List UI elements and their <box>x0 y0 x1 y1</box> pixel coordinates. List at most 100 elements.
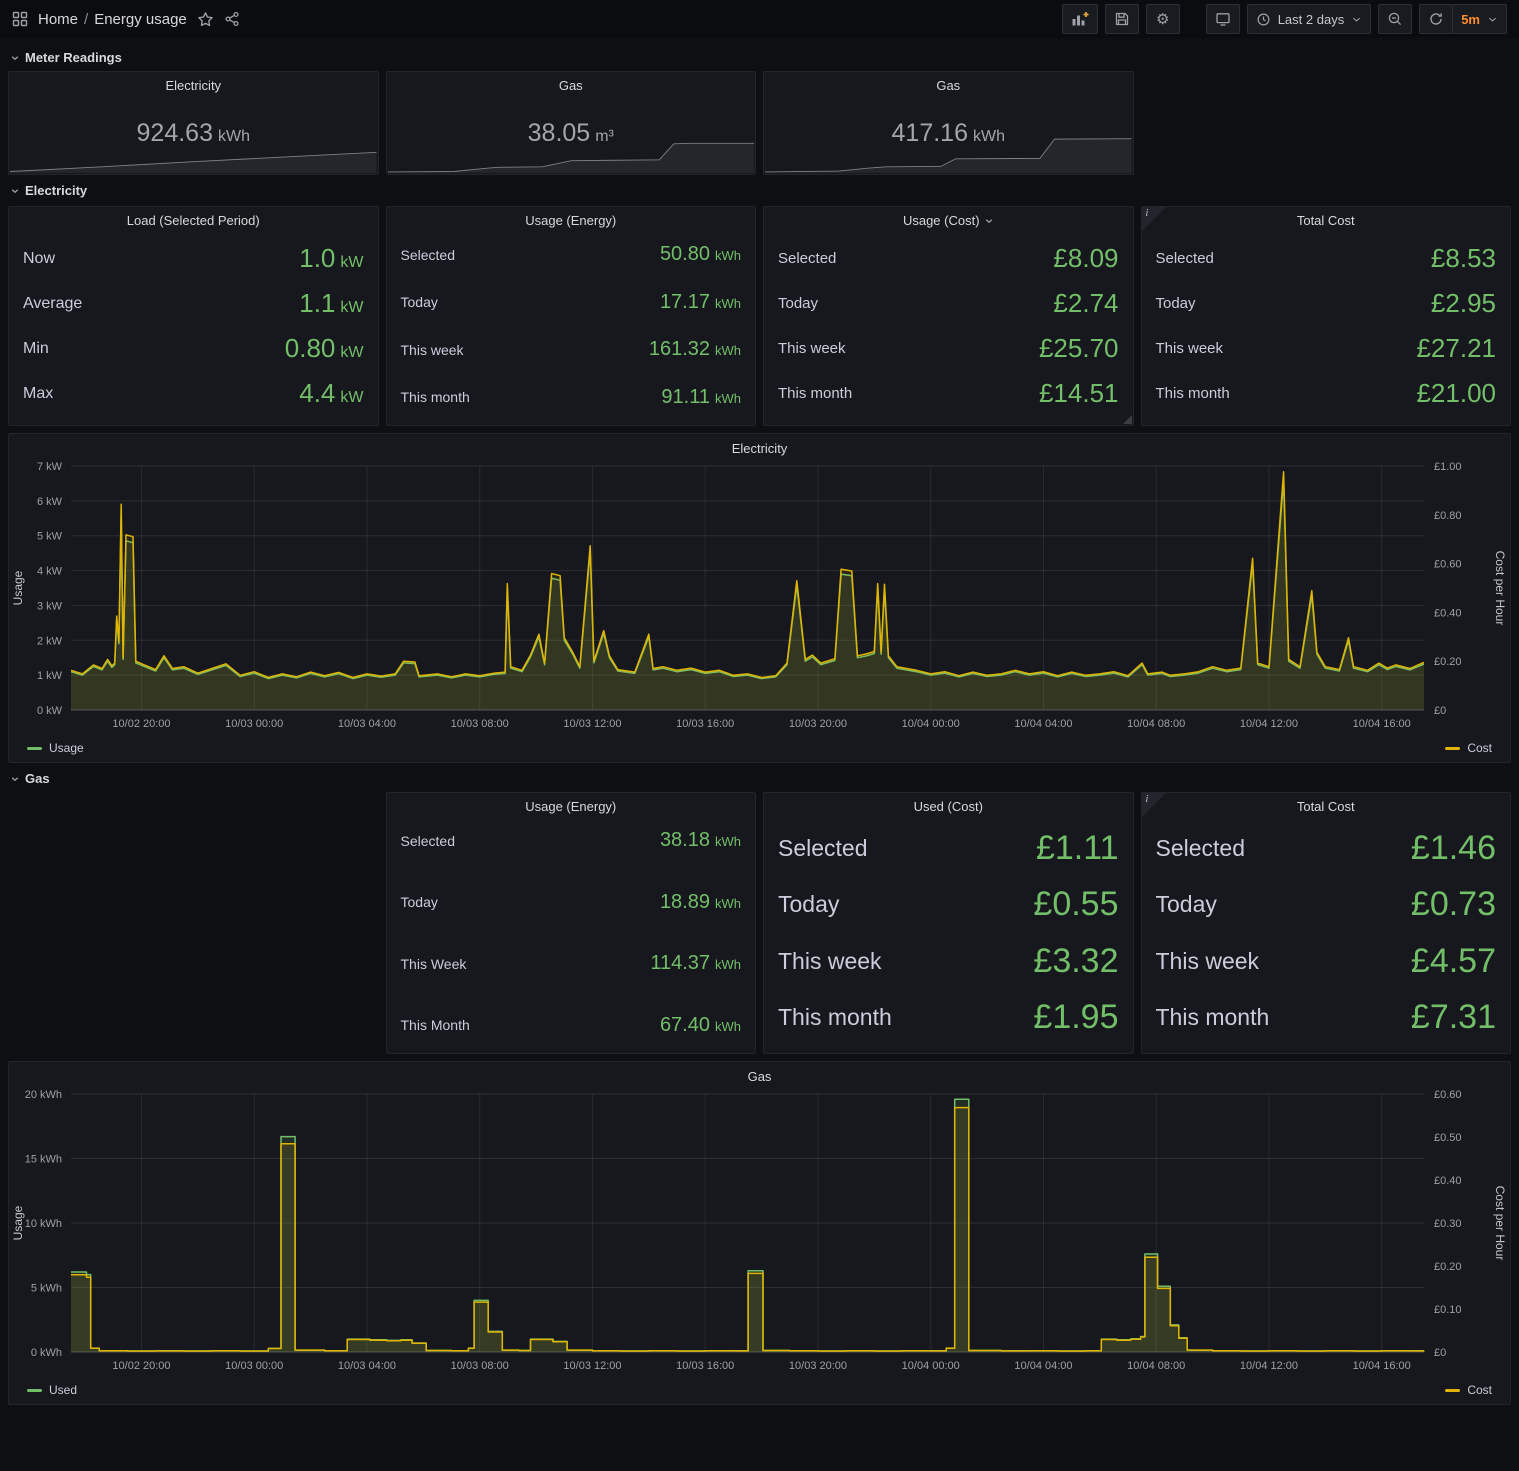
dashboards-grid-icon[interactable] <box>12 11 28 27</box>
stat-row: This week£4.57 <box>1156 942 1497 981</box>
dashboard-settings-button[interactable]: ⚙ <box>1146 4 1180 34</box>
panel-title[interactable]: Usage (Energy) <box>387 793 756 816</box>
stat-row: Average1.1kW <box>23 288 364 319</box>
panel-title[interactable]: Total Cost <box>1142 207 1511 230</box>
clock-icon <box>1256 12 1271 27</box>
legend-color-dash <box>27 747 42 750</box>
svg-text:10/03 16:00: 10/03 16:00 <box>676 1360 734 1372</box>
panel-title[interactable]: Gas <box>9 1062 1510 1084</box>
svg-text:Usage: Usage <box>11 1205 25 1240</box>
electricity-time-series-plot[interactable]: 0 kW1 kW2 kW3 kW4 kW5 kW6 kW7 kW£0£0.20£… <box>9 456 1510 739</box>
section-title: Gas <box>25 771 50 786</box>
meter-value: 417.16kWh <box>764 119 1133 148</box>
panel-meter-gas-m3: Gas 38.05m³ <box>386 71 757 175</box>
legend-item-cost[interactable]: Cost <box>1445 1383 1492 1397</box>
svg-text:10/04 08:00: 10/04 08:00 <box>1127 718 1185 730</box>
stat-row: Selected50.80kWh <box>401 243 742 266</box>
svg-text:10/03 12:00: 10/03 12:00 <box>563 1360 621 1372</box>
panel-electricity-chart: Electricity 0 kW1 kW2 kW3 kW4 kW5 kW6 kW… <box>8 433 1511 763</box>
svg-text:10/04 00:00: 10/04 00:00 <box>902 718 960 730</box>
svg-text:£0.80: £0.80 <box>1434 510 1462 522</box>
refresh-interval-dropdown[interactable]: 5m <box>1452 4 1507 34</box>
legend-color-dash <box>1445 747 1460 750</box>
svg-text:£0.10: £0.10 <box>1434 1304 1462 1316</box>
legend-color-dash <box>1445 1389 1460 1392</box>
gear-icon: ⚙ <box>1156 10 1169 28</box>
time-range-picker[interactable]: Last 2 days <box>1247 4 1372 34</box>
save-dashboard-button[interactable] <box>1105 4 1139 34</box>
chevron-down-icon <box>10 53 20 63</box>
tv-mode-button[interactable] <box>1206 4 1240 34</box>
panel-gas-used-cost: Used (Cost) Selected£1.11 Today£0.55 Thi… <box>763 792 1134 1054</box>
panel-resize-handle[interactable] <box>1123 415 1132 424</box>
svg-text:10/02 20:00: 10/02 20:00 <box>112 718 170 730</box>
chart-canvas[interactable]: 0 kW1 kW2 kW3 kW4 kW5 kW6 kW7 kW£0£0.20£… <box>9 456 1510 734</box>
svg-text:£0: £0 <box>1434 705 1446 717</box>
chart-legend: Used Cost <box>9 1381 1510 1403</box>
stat-row: Today£2.74 <box>778 288 1119 319</box>
refresh-button[interactable] <box>1419 4 1453 34</box>
panel-gas-usage-energy: Usage (Energy) Selected38.18kWh Today18.… <box>386 792 757 1054</box>
panel-gas-chart: Gas 0 kWh5 kWh10 kWh15 kWh20 kWh£0£0.10£… <box>8 1061 1511 1405</box>
zoom-out-button[interactable] <box>1378 4 1412 34</box>
chevron-down-icon <box>10 774 20 784</box>
panel-usage-energy: Usage (Energy) Selected50.80kWh Today17.… <box>386 206 757 426</box>
meter-value: 38.05m³ <box>387 119 756 148</box>
svg-text:£0.30: £0.30 <box>1434 1218 1462 1230</box>
chevron-down-icon <box>1487 14 1498 25</box>
panel-title[interactable]: Load (Selected Period) <box>9 207 378 230</box>
stat-row: Selected38.18kWh <box>401 829 742 852</box>
stat-row: Today£2.95 <box>1156 288 1497 319</box>
panel-title[interactable]: Gas <box>764 72 1133 95</box>
gas-time-series-plot[interactable]: 0 kWh5 kWh10 kWh15 kWh20 kWh£0£0.10£0.20… <box>9 1084 1510 1381</box>
favorite-star-icon[interactable] <box>197 11 214 28</box>
panel-title[interactable]: Electricity <box>9 434 1510 456</box>
panel-title[interactable]: Used (Cost) <box>764 793 1133 816</box>
panel-usage-cost: Usage (Cost) Selected£8.09 Today£2.74 Th… <box>763 206 1134 426</box>
section-title: Electricity <box>25 183 87 198</box>
svg-text:10/04 12:00: 10/04 12:00 <box>1240 1360 1298 1372</box>
stat-row: This week£3.32 <box>778 942 1119 981</box>
panel-title[interactable]: Usage (Cost) <box>764 207 1133 230</box>
stat-row: This month£7.31 <box>1156 998 1497 1037</box>
row-header-electricity[interactable]: Electricity <box>8 175 1511 204</box>
legend-label: Used <box>49 1383 77 1397</box>
panel-title[interactable]: Total Cost <box>1142 793 1511 816</box>
panel-info-corner[interactable]: i <box>1142 793 1166 817</box>
svg-text:£0.60: £0.60 <box>1434 1089 1462 1101</box>
chart-canvas[interactable]: 0 kWh5 kWh10 kWh15 kWh20 kWh£0£0.10£0.20… <box>9 1084 1510 1376</box>
panel-title[interactable]: Electricity <box>9 72 378 95</box>
legend-item-usage[interactable]: Usage <box>27 741 84 755</box>
svg-text:7 kW: 7 kW <box>37 461 63 473</box>
legend-item-cost[interactable]: Cost <box>1445 741 1492 755</box>
svg-text:£0.60: £0.60 <box>1434 559 1462 571</box>
panel-gas-total-cost: i Total Cost Selected£1.46 Today£0.73 Th… <box>1141 792 1512 1054</box>
legend-color-dash <box>27 1389 42 1392</box>
svg-text:10/03 12:00: 10/03 12:00 <box>563 718 621 730</box>
svg-text:1 kW: 1 kW <box>37 670 63 682</box>
legend-item-used[interactable]: Used <box>27 1383 77 1397</box>
row-header-gas[interactable]: Gas <box>8 763 1511 792</box>
svg-text:Cost per Hour: Cost per Hour <box>1493 1186 1507 1261</box>
svg-text:£0.40: £0.40 <box>1434 1175 1462 1187</box>
svg-text:10/04 04:00: 10/04 04:00 <box>1014 1360 1072 1372</box>
stat-row: Today18.89kWh <box>401 891 742 914</box>
svg-text:10/03 20:00: 10/03 20:00 <box>789 1360 847 1372</box>
stat-row: This month£1.95 <box>778 998 1119 1037</box>
stat-row: Max4.4kW <box>23 378 364 409</box>
share-icon[interactable] <box>224 11 240 27</box>
breadcrumb-home[interactable]: Home <box>38 11 78 28</box>
panel-title[interactable]: Usage (Energy) <box>387 207 756 230</box>
stat-row: Selected£8.09 <box>778 243 1119 274</box>
svg-text:6 kW: 6 kW <box>37 496 63 508</box>
add-panel-button[interactable] <box>1062 4 1098 34</box>
stat-row: Today17.17kWh <box>401 291 742 314</box>
panel-info-corner[interactable]: i <box>1142 207 1166 231</box>
panel-load-selected-period: Load (Selected Period) Now1.0kW Average1… <box>8 206 379 426</box>
svg-text:£0.40: £0.40 <box>1434 607 1462 619</box>
legend-label: Usage <box>49 741 84 755</box>
panel-title[interactable]: Gas <box>387 72 756 95</box>
row-header-meter-readings[interactable]: Meter Readings <box>8 42 1511 71</box>
svg-text:10/03 00:00: 10/03 00:00 <box>225 1360 283 1372</box>
breadcrumb[interactable]: Home / Energy usage <box>38 11 187 28</box>
